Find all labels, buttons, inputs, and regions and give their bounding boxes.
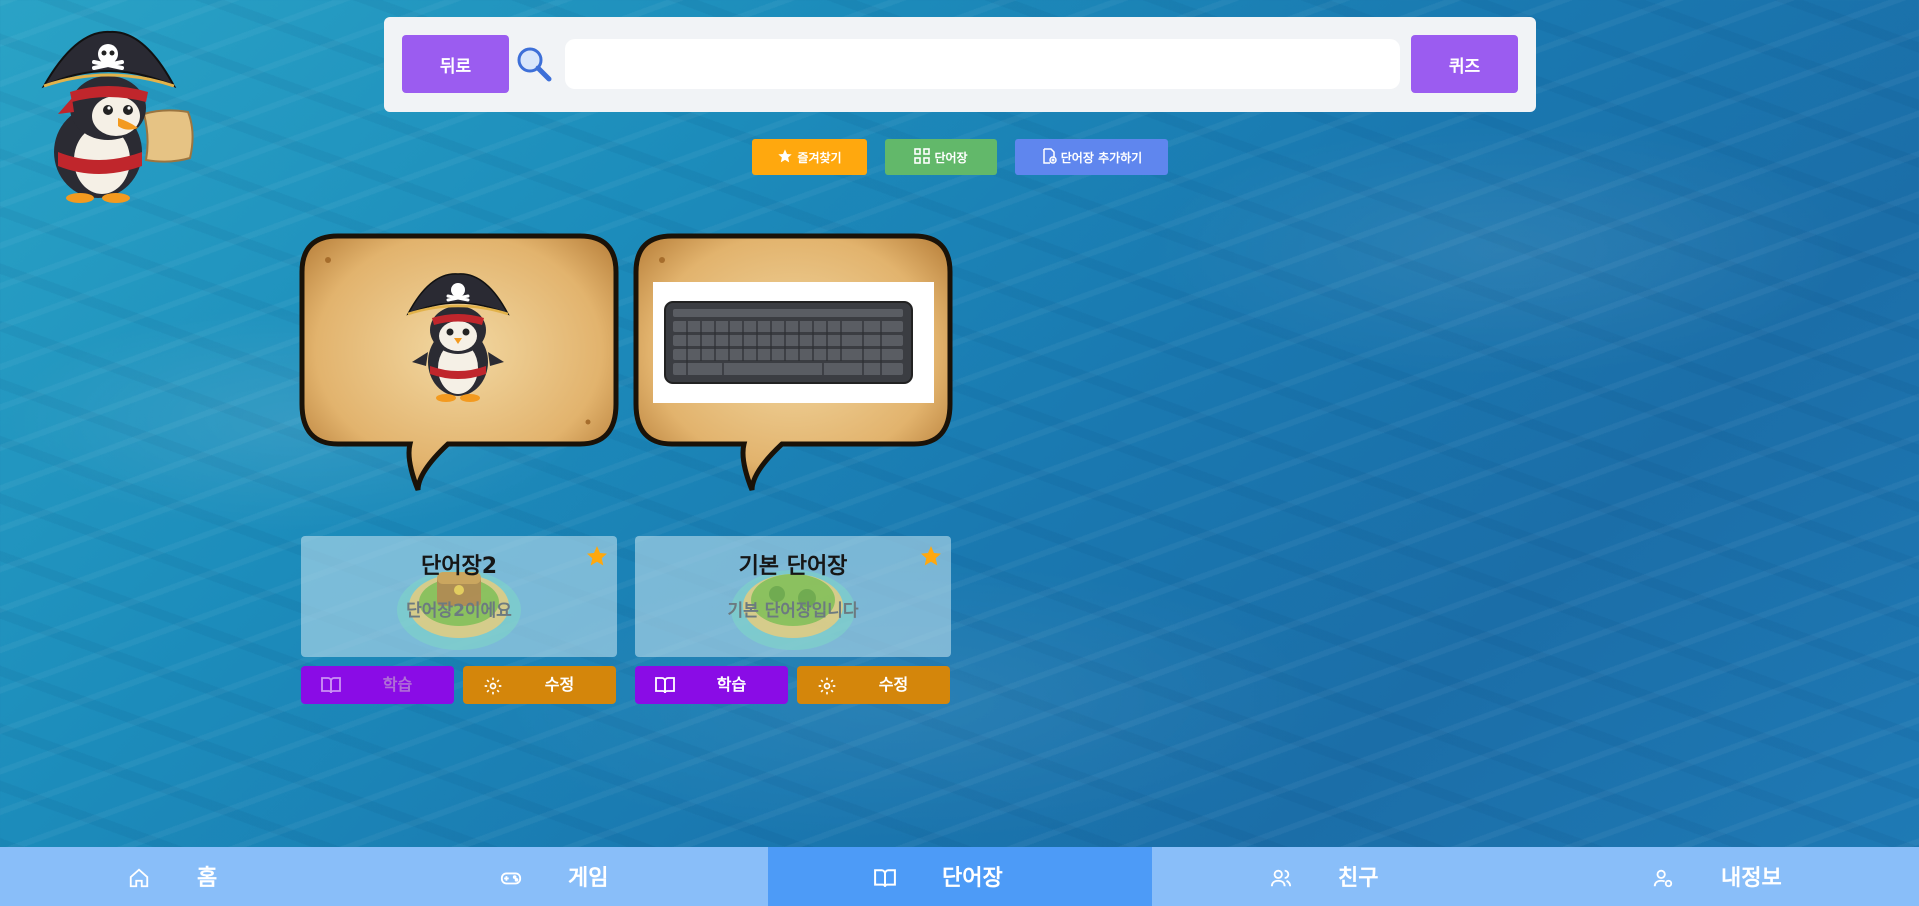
- nav-item-game[interactable]: 게임: [384, 847, 768, 906]
- edit-button-label: 수정: [544, 675, 575, 694]
- add-vocab-button[interactable]: 단어장 추가하기: [1015, 139, 1168, 175]
- edit-button-label: 수정: [878, 675, 909, 694]
- vocab-filter-button[interactable]: 단어장: [885, 139, 997, 175]
- nav-item-label: 친구: [1338, 866, 1379, 891]
- book-icon: [655, 676, 675, 694]
- vocab-thumbnail-bubble[interactable]: [298, 232, 620, 496]
- add-document-icon: [1041, 147, 1057, 167]
- quiz-button[interactable]: 퀴즈: [1411, 35, 1518, 93]
- user-settings-icon: [1652, 867, 1674, 889]
- learn-button-label: 학습: [716, 675, 747, 694]
- pirate-penguin-mascot: [36, 26, 208, 206]
- edit-button[interactable]: 수정: [463, 666, 616, 704]
- vocab-card[interactable]: 단어장2 단어장2이에요: [301, 536, 617, 657]
- add-vocab-label: 단어장 추가하기: [1060, 150, 1143, 165]
- home-icon: [128, 867, 150, 889]
- nav-item-label: 내정보: [1721, 866, 1782, 891]
- nav-item-home[interactable]: 홈: [0, 847, 384, 906]
- users-icon: [1270, 867, 1292, 889]
- search-bar: 뒤로 퀴즈: [384, 17, 1536, 112]
- search-input[interactable]: [565, 39, 1400, 89]
- vocab-card[interactable]: 기본 단어장 기본 단어장입니다: [635, 536, 951, 657]
- edit-button[interactable]: 수정: [797, 666, 950, 704]
- nav-item-label: 게임: [568, 866, 609, 891]
- book-icon: [874, 867, 896, 889]
- grid-icon: [914, 147, 931, 167]
- vocab-card-title: 기본 단어장: [738, 554, 848, 579]
- gear-icon: [817, 676, 837, 695]
- vocab-card-description: 기본 단어장입니다: [727, 601, 859, 621]
- pirate-penguin-image: [402, 272, 514, 404]
- favorites-filter-label: 즐겨찾기: [797, 150, 842, 165]
- vocab-card-title: 단어장2: [420, 554, 498, 579]
- star-icon: [777, 148, 793, 167]
- search-icon[interactable]: [515, 45, 553, 83]
- vocab-thumbnail-bubble[interactable]: [632, 232, 954, 496]
- nav-item-vocab[interactable]: 단어장: [768, 847, 1152, 906]
- nav-item-profile[interactable]: 내정보: [1536, 847, 1919, 906]
- gamepad-icon: [500, 867, 522, 889]
- learn-button[interactable]: 학습: [301, 666, 454, 704]
- nav-item-label: 홈: [197, 866, 218, 891]
- gear-icon: [483, 676, 503, 695]
- book-icon: [321, 676, 341, 694]
- favorite-star-icon[interactable]: [919, 544, 943, 568]
- nav-item-friends[interactable]: 친구: [1152, 847, 1536, 906]
- learn-button-label: 학습: [382, 675, 413, 694]
- learn-button[interactable]: 학습: [635, 666, 788, 704]
- back-button[interactable]: 뒤로: [402, 35, 509, 93]
- bottom-nav: 홈 게임 단어장 친구 내정보: [0, 847, 1919, 906]
- vocab-filter-label: 단어장: [934, 150, 968, 165]
- vocab-card-description: 단어장2이에요: [406, 601, 512, 621]
- nav-item-label: 단어장: [942, 866, 1003, 891]
- favorite-star-icon[interactable]: [585, 544, 609, 568]
- favorites-filter-button[interactable]: 즐겨찾기: [752, 139, 867, 175]
- keyboard-image: [653, 282, 934, 403]
